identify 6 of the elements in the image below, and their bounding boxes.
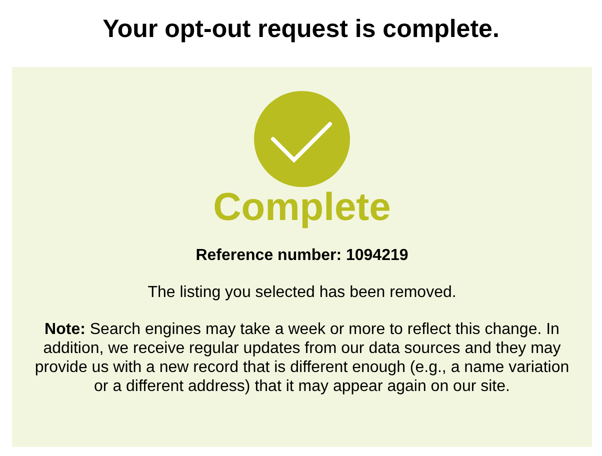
checkmark-icon (254, 91, 350, 187)
note-text: Note: Search engines may take a week or more to reflect this change. In addition, we receive regular updates from our data sources and they may provide us with a new record that is different enough (e.g., a name variation or a different address) that it may appear again on our site. (34, 320, 570, 396)
page-heading: Your opt-out request is complete. (102, 14, 500, 44)
removal-message: The listing you selected has been removed. (148, 283, 456, 303)
reference-number: Reference number: 1094219 (196, 246, 408, 266)
status-title: Complete (213, 186, 391, 230)
